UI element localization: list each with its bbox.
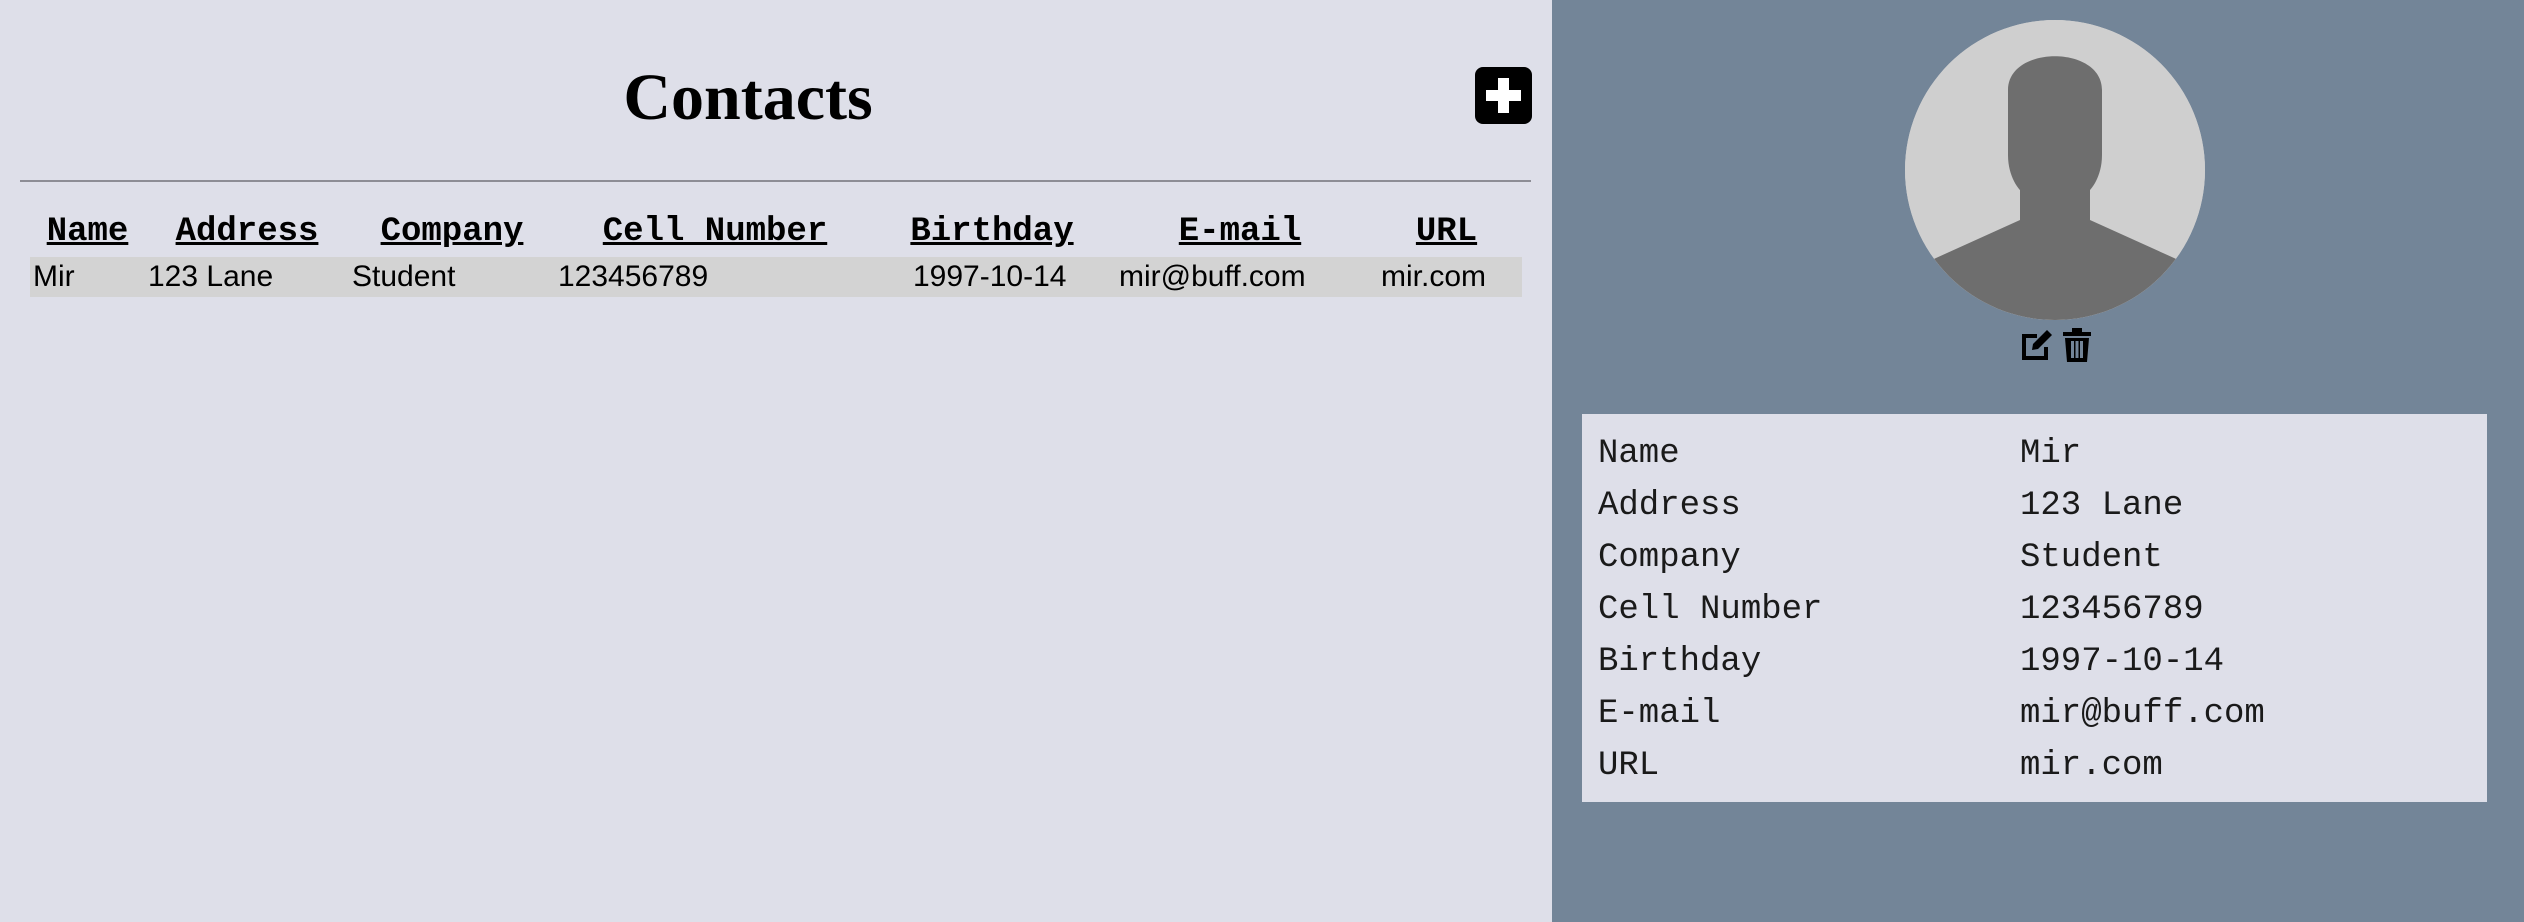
detail-row-address: Address 123 Lane xyxy=(1598,480,2471,532)
divider xyxy=(20,180,1531,182)
trash-icon[interactable] xyxy=(2063,328,2091,362)
column-header-email[interactable]: E-mail xyxy=(1109,207,1371,257)
detail-label: Name xyxy=(1598,435,1680,473)
cell-birthday: 1997-10-14 xyxy=(875,257,1109,297)
detail-value: mir@buff.com xyxy=(2020,695,2265,733)
cell-email: mir@buff.com xyxy=(1109,257,1371,297)
page-title: Contacts xyxy=(623,61,873,134)
table-header-row: Name Address Company Cell Number Birthda… xyxy=(30,207,1522,257)
cell-url: mir.com xyxy=(1371,257,1522,297)
cell-company: Student xyxy=(349,257,555,297)
user-silhouette-icon xyxy=(1905,20,2205,320)
detail-row-url: URL mir.com xyxy=(1598,740,2471,792)
detail-label: Birthday xyxy=(1598,643,1762,681)
column-header-name[interactable]: Name xyxy=(30,207,145,257)
detail-label: URL xyxy=(1598,747,1660,785)
cell-cell-number: 123456789 xyxy=(555,257,875,297)
detail-label: Cell Number xyxy=(1598,591,1823,629)
cell-address: 123 Lane xyxy=(145,257,349,297)
detail-row-birthday: Birthday 1997-10-14 xyxy=(1598,636,2471,688)
detail-row-company: Company Student xyxy=(1598,532,2471,584)
contacts-table: Name Address Company Cell Number Birthda… xyxy=(30,207,1522,297)
contact-details-card: Name Mir Address 123 Lane Company Studen… xyxy=(1582,414,2487,802)
detail-label: E-mail xyxy=(1598,695,1721,733)
contact-actions xyxy=(2018,326,2098,362)
column-header-cell-number[interactable]: Cell Number xyxy=(555,207,875,257)
table-row[interactable]: Mir 123 Lane Student 123456789 1997-10-1… xyxy=(30,257,1522,297)
detail-label: Address xyxy=(1598,487,1741,525)
detail-value: 123 Lane xyxy=(2020,487,2184,525)
detail-row-email: E-mail mir@buff.com xyxy=(1598,688,2471,740)
contact-detail-pane: Name Mir Address 123 Lane Company Studen… xyxy=(1552,0,2524,922)
detail-row-name: Name Mir xyxy=(1598,428,2471,480)
detail-value: 123456789 xyxy=(2020,591,2204,629)
detail-label: Company xyxy=(1598,539,1741,577)
detail-value: mir.com xyxy=(2020,747,2163,785)
detail-value: 1997-10-14 xyxy=(2020,643,2225,681)
detail-row-cell-number: Cell Number 123456789 xyxy=(1598,584,2471,636)
edit-icon[interactable] xyxy=(2018,328,2054,362)
add-contact-button[interactable] xyxy=(1475,67,1532,124)
column-header-url[interactable]: URL xyxy=(1371,207,1522,257)
cell-name: Mir xyxy=(30,257,145,297)
avatar xyxy=(1905,20,2205,320)
column-header-address[interactable]: Address xyxy=(145,207,349,257)
detail-value: Mir xyxy=(2020,435,2082,473)
column-header-company[interactable]: Company xyxy=(349,207,555,257)
column-header-birthday[interactable]: Birthday xyxy=(875,207,1109,257)
detail-value: Student xyxy=(2020,539,2163,577)
contacts-list-pane: Contacts Name Address Company Cell Numbe… xyxy=(0,0,1552,922)
